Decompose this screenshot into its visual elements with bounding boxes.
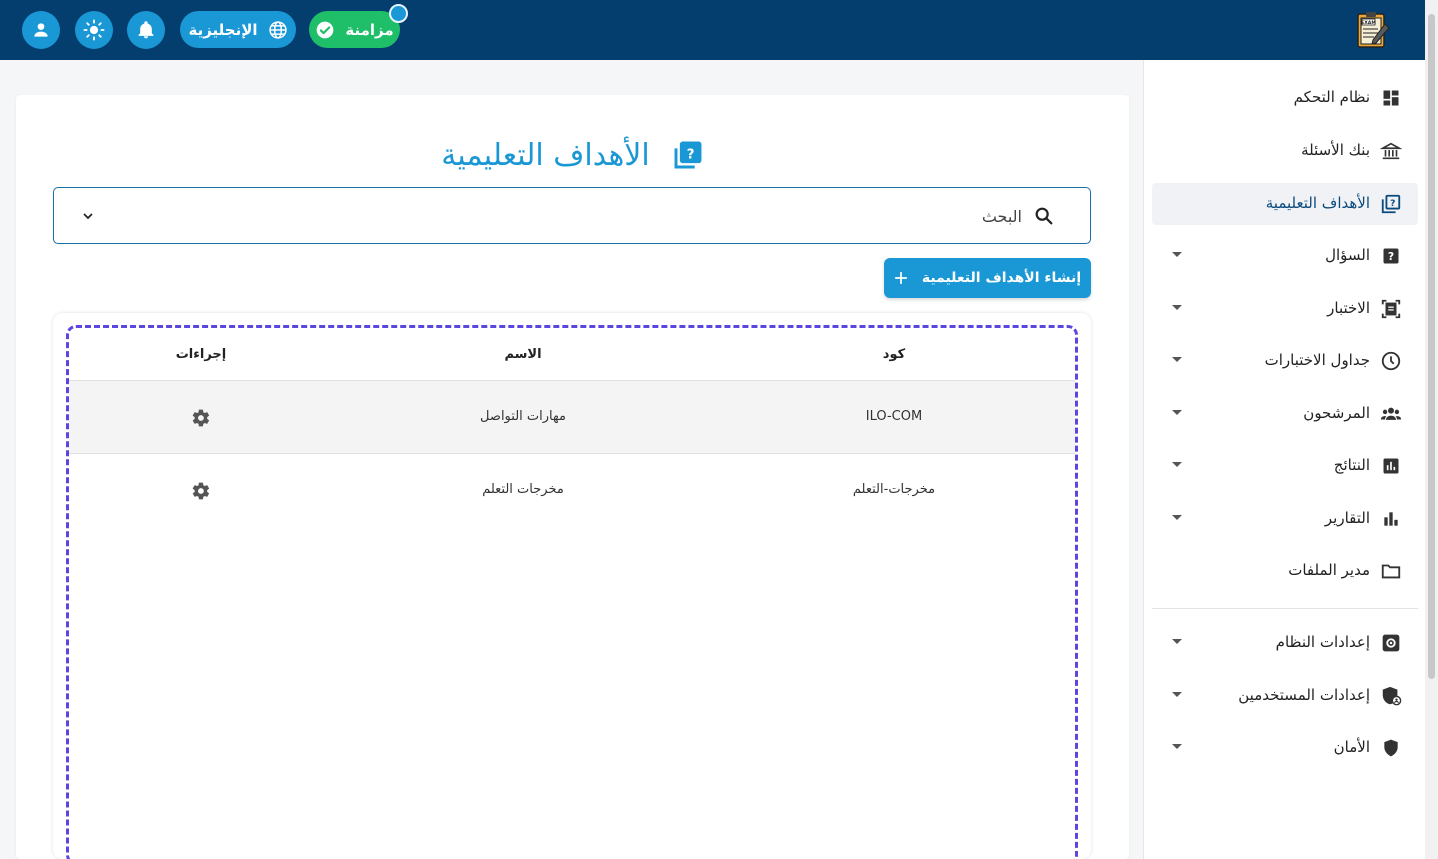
sidebar-divider <box>1152 608 1418 609</box>
check-circle-icon <box>317 21 334 38</box>
folder-icon <box>1380 560 1402 582</box>
exam-clipboard-icon: EXAM <box>1357 12 1390 48</box>
shield-icon <box>1380 737 1402 759</box>
sync-label: مزامنة <box>345 20 394 39</box>
sidebar-item-candidates[interactable]: المرشحون <box>1152 393 1418 435</box>
caret-down-icon <box>1172 357 1182 362</box>
sidebar-item-label: الأهداف التعليمية <box>1265 194 1370 212</box>
sidebar-item-label: السؤال <box>1325 246 1370 264</box>
bar-chart-icon <box>1380 508 1402 530</box>
bank-icon <box>1380 140 1402 162</box>
chevron-down-icon[interactable] <box>80 208 96 224</box>
quiz-book-icon: ? <box>1380 193 1402 215</box>
caret-down-icon <box>1172 744 1182 749</box>
page-scrollbar-thumb[interactable] <box>1428 14 1435 679</box>
sidebar: نظام التحكم بنك الأسئلة الأهداف التعليمي… <box>1143 60 1425 859</box>
search-input[interactable] <box>142 200 1022 232</box>
sidebar-item-label: مدير الملفات <box>1288 561 1370 579</box>
sidebar-item-label: جداول الاختبارات <box>1264 351 1370 369</box>
sidebar-item-label: الاختبار <box>1327 299 1370 317</box>
user-profile-button[interactable] <box>22 11 60 49</box>
create-button-label: إنشاء الأهداف التعليمية <box>921 270 1082 286</box>
sidebar-item-file-manager[interactable]: مدير الملفات <box>1152 550 1418 592</box>
user-icon <box>34 23 48 37</box>
globe-icon <box>268 20 287 39</box>
logo-text: EXAM <box>1361 20 1376 26</box>
sidebar-item-dashboard[interactable]: نظام التحكم <box>1152 77 1418 119</box>
language-button[interactable]: الإنجليزية <box>180 11 296 48</box>
dashboard-icon <box>1380 87 1402 109</box>
selection-outline <box>66 325 1078 859</box>
sidebar-item-user-settings[interactable]: إعدادات المستخدمين <box>1152 675 1418 717</box>
sidebar-item-label: التقارير <box>1324 509 1370 527</box>
clock-icon <box>1380 350 1402 372</box>
sidebar-item-label: نظام التحكم <box>1293 88 1370 106</box>
svg-text:?: ? <box>1388 250 1394 263</box>
caret-down-icon <box>1172 305 1182 310</box>
top-bar: الإنجليزية مزامنة EXAM <box>0 0 1425 60</box>
results-chart-icon <box>1380 455 1402 477</box>
sidebar-item-label: النتائج <box>1333 456 1370 474</box>
sync-button[interactable]: مزامنة <box>309 11 400 48</box>
caret-down-icon <box>1172 252 1182 257</box>
sidebar-item-label: المرشحون <box>1303 404 1370 422</box>
exam-logo[interactable]: EXAM <box>1352 10 1392 50</box>
candidates-icon <box>1380 403 1402 425</box>
caret-down-icon <box>1172 515 1182 520</box>
sidebar-item-reports[interactable]: التقارير <box>1152 498 1418 540</box>
sidebar-item-label: إعدادات النظام <box>1275 633 1370 651</box>
sidebar-item-question[interactable]: السؤال ? <box>1152 235 1418 277</box>
sidebar-item-label: الأمان <box>1333 738 1370 756</box>
sidebar-item-exam[interactable]: الاختبار <box>1152 288 1418 330</box>
caret-down-icon <box>1172 692 1182 697</box>
caret-down-icon <box>1172 410 1182 415</box>
settings-icon <box>1380 632 1402 654</box>
search-bar[interactable] <box>53 187 1091 244</box>
plus-icon <box>894 271 907 285</box>
sidebar-item-learning-objectives[interactable]: الأهداف التعليمية ? <box>1152 183 1418 225</box>
question-icon: ? <box>1380 245 1402 267</box>
svg-text:?: ? <box>687 147 695 162</box>
search-icon <box>1035 207 1053 225</box>
quiz-book-icon: ? <box>674 141 702 169</box>
user-shield-icon <box>1380 685 1402 707</box>
sidebar-item-question-bank[interactable]: بنك الأسئلة <box>1152 130 1418 172</box>
caret-down-icon <box>1172 639 1182 644</box>
language-label: الإنجليزية <box>188 20 258 39</box>
exam-icon <box>1380 298 1402 320</box>
sidebar-item-label: بنك الأسئلة <box>1301 141 1370 159</box>
page-title: ? الأهداف التعليمية <box>0 135 1145 175</box>
sidebar-item-security[interactable]: الأمان <box>1152 727 1418 769</box>
theme-toggle-button[interactable] <box>75 11 113 49</box>
sidebar-item-results[interactable]: النتائج <box>1152 445 1418 487</box>
sun-icon <box>83 19 105 41</box>
sidebar-item-system-settings[interactable]: إعدادات النظام <box>1152 622 1418 664</box>
create-learning-objective-button[interactable]: إنشاء الأهداف التعليمية <box>884 258 1091 298</box>
caret-down-icon <box>1172 462 1182 467</box>
sidebar-item-label: إعدادات المستخدمين <box>1238 686 1370 704</box>
sidebar-item-exam-schedules[interactable]: جداول الاختبارات <box>1152 340 1418 382</box>
svg-text:?: ? <box>1390 198 1395 209</box>
bell-icon <box>138 21 154 39</box>
notifications-button[interactable] <box>127 11 165 49</box>
page-title-text: الأهداف التعليمية <box>441 137 650 173</box>
sync-status-dot <box>389 4 408 23</box>
